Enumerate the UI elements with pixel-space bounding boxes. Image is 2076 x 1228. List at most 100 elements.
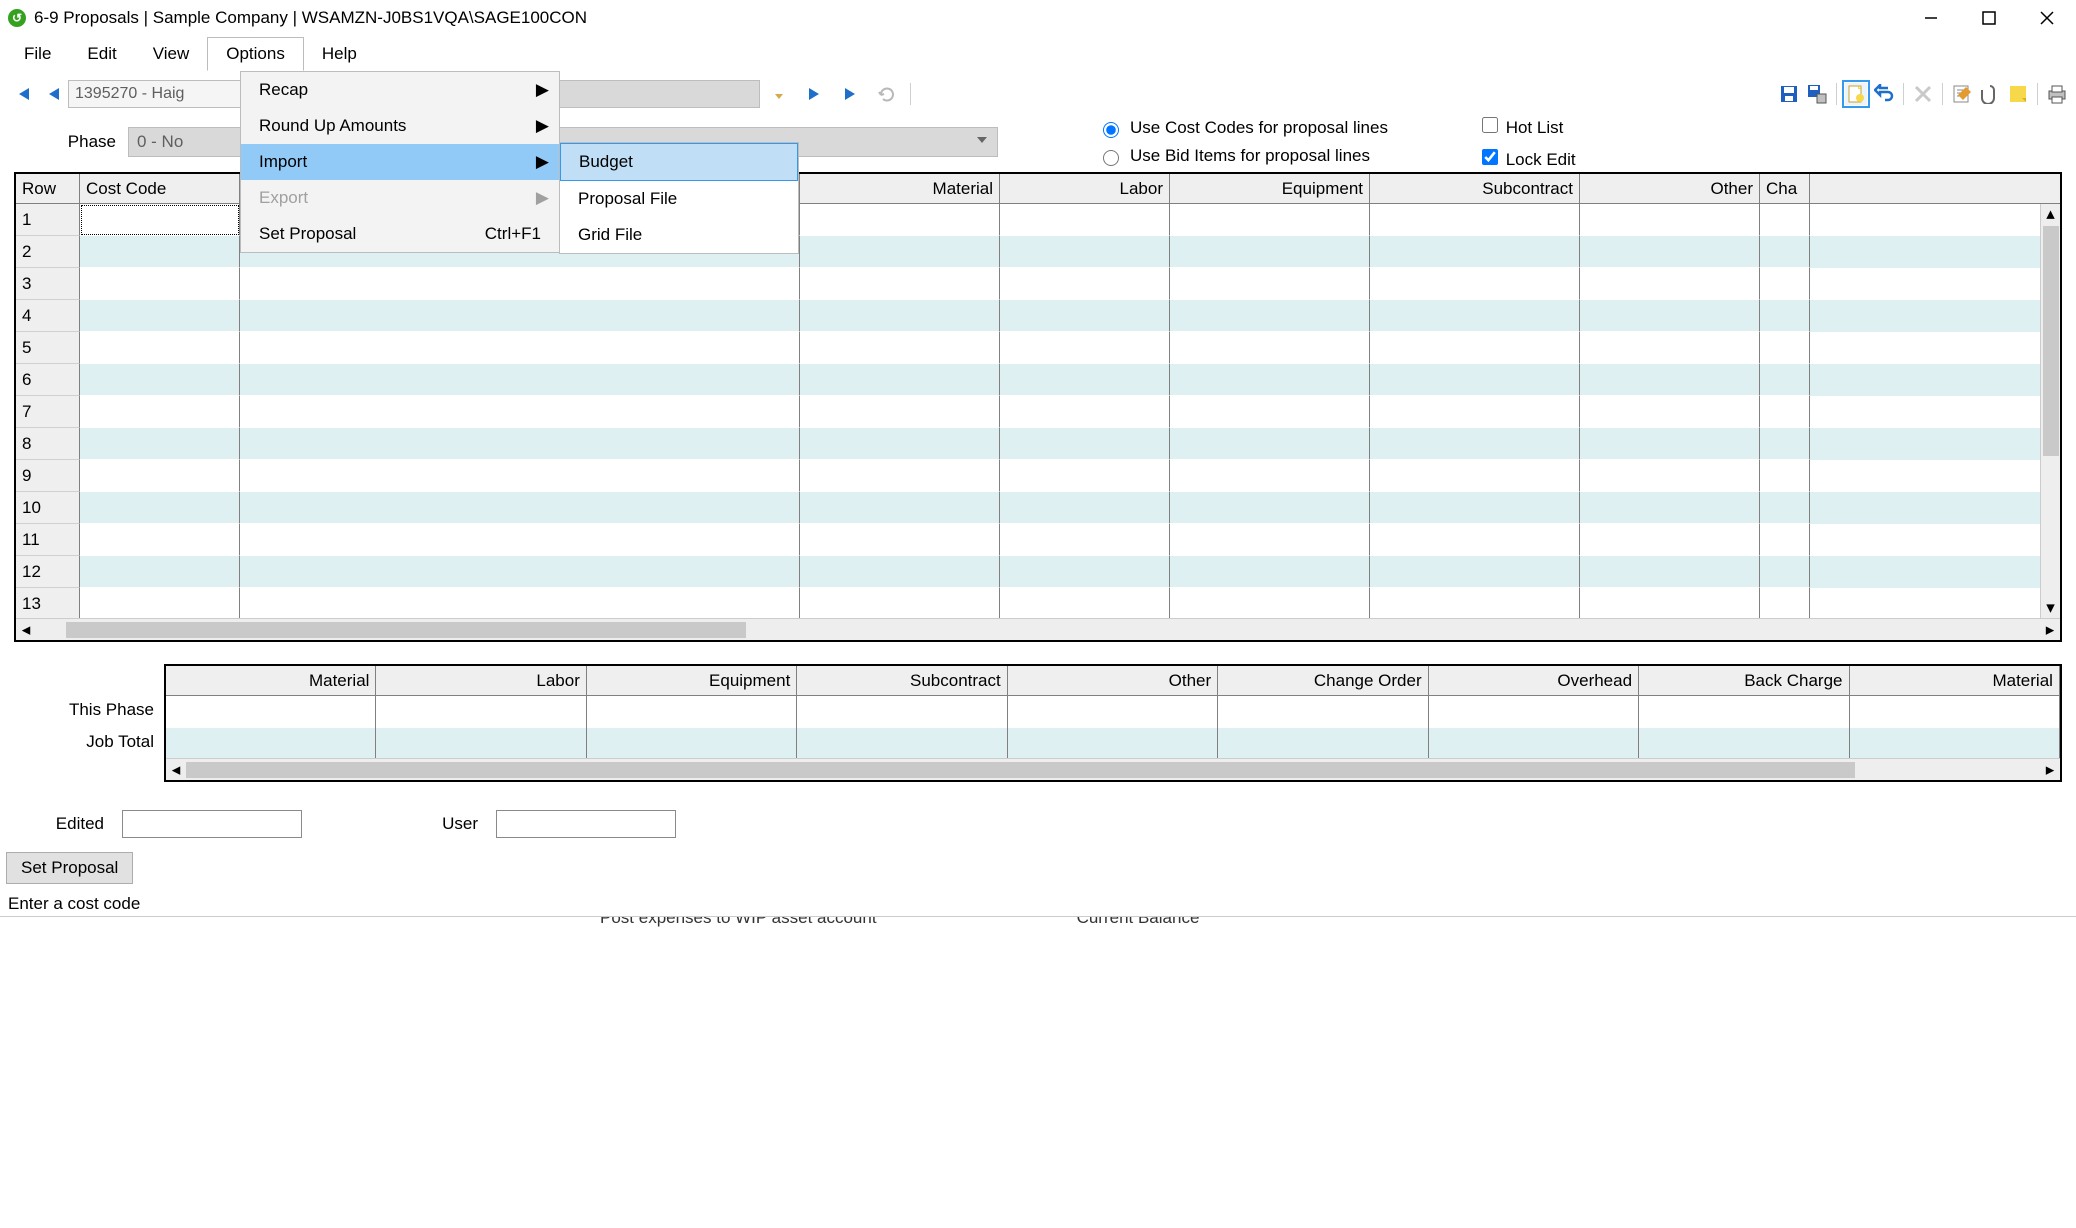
grid-cell[interactable] [1370,428,1580,460]
user-field[interactable] [496,810,676,838]
set-proposal-button[interactable]: Set Proposal [6,852,133,884]
grid-cell[interactable] [1370,268,1580,300]
scroll-thumb-h[interactable] [186,762,1855,778]
grid-cell[interactable] [1760,588,1810,620]
row-number[interactable]: 12 [16,556,80,588]
undo-icon[interactable] [1873,83,1895,105]
table-row[interactable]: 9 [16,460,2060,492]
grid-cell[interactable] [800,588,1000,620]
print-icon[interactable] [2046,83,2068,105]
grid-cell[interactable] [800,364,1000,396]
maximize-button[interactable] [1960,0,2018,36]
row-number[interactable]: 7 [16,396,80,428]
notes-icon[interactable] [1951,83,1973,105]
import-grid-file[interactable]: Grid File [560,217,798,253]
grid-cell[interactable] [800,460,1000,492]
grid-cell[interactable] [1170,300,1370,332]
check-lock-edit[interactable]: Lock Edit [1478,146,1576,170]
refresh-icon[interactable] [876,83,898,105]
grid-cell[interactable] [1760,332,1810,364]
grid-cell[interactable] [1760,396,1810,428]
grid-cell[interactable] [1580,268,1760,300]
grid-cell[interactable] [1000,524,1170,556]
grid-cell[interactable] [1370,588,1580,620]
grid-cell[interactable] [1760,428,1810,460]
table-row[interactable]: 5 [16,332,2060,364]
grid-cell[interactable] [1170,236,1370,268]
summary-col[interactable]: Change Order [1218,666,1428,695]
grid-cell[interactable] [80,204,240,236]
menu-view[interactable]: View [135,38,208,70]
options-import[interactable]: Import ▶ Budget Proposal File Grid File [241,144,559,180]
summary-col[interactable]: Equipment [587,666,797,695]
grid-cell[interactable] [1370,492,1580,524]
grid-cell[interactable] [240,300,800,332]
grid-cell[interactable] [1760,268,1810,300]
grid-cell[interactable] [80,524,240,556]
radio-bid-items-input[interactable] [1103,150,1119,166]
col-cost-code[interactable]: Cost Code [80,174,240,203]
grid-cell[interactable] [800,492,1000,524]
grid-cell[interactable] [1170,332,1370,364]
grid-cell[interactable] [1760,460,1810,492]
scroll-left-icon[interactable]: ◂ [16,619,36,640]
grid-cell[interactable] [1370,460,1580,492]
grid-cell[interactable] [1170,556,1370,588]
grid-cell[interactable] [80,300,240,332]
grid-cell[interactable] [240,396,800,428]
grid-cell[interactable] [1370,332,1580,364]
grid-cell[interactable] [240,428,800,460]
options-roundup[interactable]: Round Up Amounts ▶ [241,108,559,144]
grid-cell[interactable] [240,524,800,556]
grid-cell[interactable] [1370,524,1580,556]
grid-cell[interactable] [1580,492,1760,524]
row-number[interactable]: 10 [16,492,80,524]
grid-cell[interactable] [800,204,1000,236]
sticky-note-icon[interactable] [2007,83,2029,105]
grid-cell[interactable] [240,460,800,492]
edited-field[interactable] [122,810,302,838]
col-row[interactable]: Row [16,174,80,203]
grid-cell[interactable] [1760,492,1810,524]
import-proposal-file[interactable]: Proposal File [560,181,798,217]
grid-cell[interactable] [1000,236,1170,268]
grid-cell[interactable] [1000,300,1170,332]
grid-cell[interactable] [1000,428,1170,460]
import-budget[interactable]: Budget [560,143,798,181]
grid-cell[interactable] [1580,460,1760,492]
grid-cell[interactable] [1580,332,1760,364]
summary-col[interactable]: Material [1850,666,2060,695]
summary-col[interactable]: Subcontract [797,666,1007,695]
grid-cell[interactable] [800,236,1000,268]
table-row[interactable]: 11 [16,524,2060,556]
next-record-button[interactable] [804,83,826,105]
grid-cell[interactable] [1580,588,1760,620]
grid-cell[interactable] [80,268,240,300]
grid-cell[interactable] [80,492,240,524]
grid-cell[interactable] [1370,396,1580,428]
grid-cell[interactable] [1760,556,1810,588]
save-print-icon[interactable] [1806,83,1828,105]
grid-cell[interactable] [1580,396,1760,428]
row-number[interactable]: 4 [16,300,80,332]
grid-cell[interactable] [1000,396,1170,428]
col-labor[interactable]: Labor [1000,174,1170,203]
grid-cell[interactable] [1170,204,1370,236]
grid-cell[interactable] [1170,268,1370,300]
summary-col[interactable]: Labor [376,666,586,695]
col-other[interactable]: Other [1580,174,1760,203]
grid-cell[interactable] [240,268,800,300]
vertical-scrollbar[interactable]: ▴ ▾ [2040,204,2060,618]
grid-cell[interactable] [1370,300,1580,332]
grid-cell[interactable] [1580,236,1760,268]
grid-cell[interactable] [240,364,800,396]
grid-cell[interactable] [1580,204,1760,236]
last-record-button[interactable] [840,83,862,105]
scroll-up-icon[interactable]: ▴ [2041,204,2060,224]
row-number[interactable]: 13 [16,588,80,620]
scroll-left-icon[interactable]: ◂ [166,760,186,780]
summary-col[interactable]: Other [1008,666,1218,695]
grid-cell[interactable] [1170,524,1370,556]
grid-cell[interactable] [1370,364,1580,396]
row-number[interactable]: 1 [16,204,80,236]
